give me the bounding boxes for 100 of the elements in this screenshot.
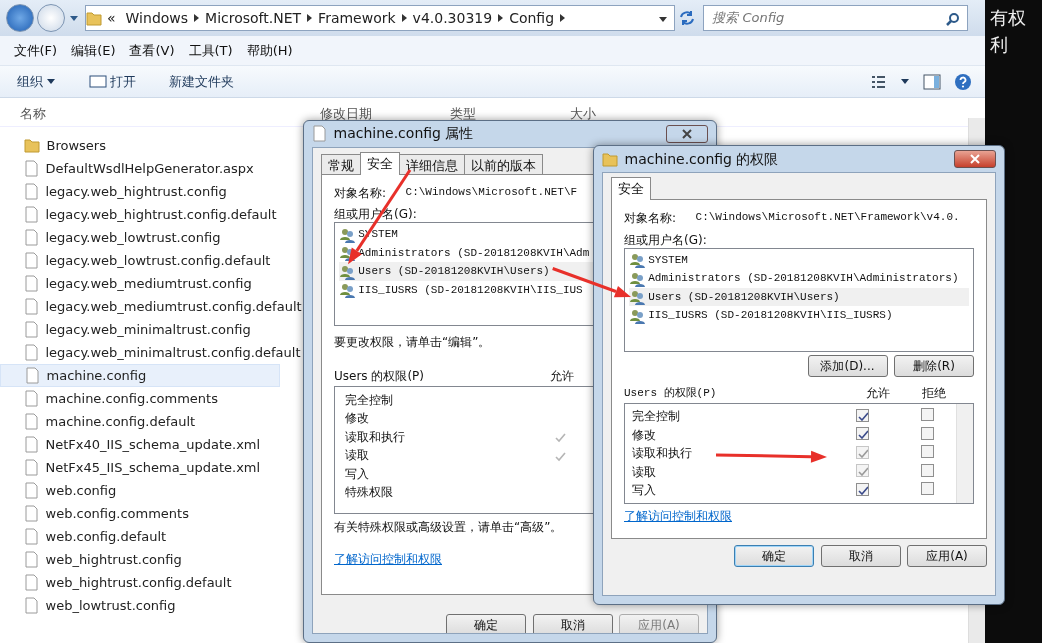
breadcrumb-item[interactable]: Windows xyxy=(120,7,194,29)
permission-name: 读取 xyxy=(631,464,656,479)
toolbar-button[interactable]: 组织 xyxy=(6,71,66,92)
file-row[interactable]: web.config xyxy=(0,478,280,502)
users-icon xyxy=(629,307,645,324)
help-link[interactable]: 了解访问控制和权限 xyxy=(624,509,732,523)
file-row[interactable]: web.config.comments xyxy=(0,501,280,525)
users-icon xyxy=(629,252,645,268)
file-row[interactable]: legacy.web_minimaltrust.config xyxy=(0,317,280,341)
view-options-icon xyxy=(871,73,887,90)
window-icon xyxy=(88,74,107,89)
dialog-button[interactable]: 添加(D)... xyxy=(807,355,888,377)
checkbox[interactable] xyxy=(921,426,934,440)
breadcrumb-arrow-icon xyxy=(497,13,505,23)
document-icon xyxy=(24,228,39,246)
file-row[interactable]: legacy.web_lowtrust.config.default xyxy=(0,248,280,272)
checkbox[interactable] xyxy=(856,482,869,496)
file-row[interactable]: web_hightrust.config xyxy=(0,547,280,571)
user-row[interactable]: Users (SD-20181208KVIH\Users) xyxy=(629,287,969,307)
dialog-button[interactable]: 应用(A) xyxy=(907,545,987,567)
file-row[interactable]: web_hightrust.config.default xyxy=(0,570,280,594)
document-icon xyxy=(24,182,39,200)
tab[interactable]: 以前的版本 xyxy=(464,153,543,174)
document-icon xyxy=(24,320,39,338)
scrollbar[interactable] xyxy=(956,403,973,503)
search-field[interactable]: 搜索 Config xyxy=(702,5,968,31)
user-list[interactable]: SYSTEM Administrators (SD-20181208KVIH\Administrators) Users (SD-20181208KVIH\Users) IIS_IUSRS (SD-20181208KVIH\IIS_IUSRS) xyxy=(624,247,974,352)
checkbox[interactable] xyxy=(856,427,869,441)
tab[interactable]: 常规 xyxy=(321,153,361,174)
checkbox[interactable] xyxy=(921,408,934,422)
address-field[interactable]: « Windows Microsoft.NET Framework v4.0.30319 Config xyxy=(85,5,675,31)
file-row[interactable]: legacy.web_hightrust.config.default xyxy=(0,202,283,226)
file-row[interactable]: Browsers xyxy=(0,133,280,157)
file-row[interactable]: NetFx40_IIS_schema_update.xml xyxy=(0,432,280,456)
document-icon xyxy=(312,125,327,143)
permission-name: 特殊权限 xyxy=(345,485,393,499)
permission-name: 完全控制 xyxy=(631,409,680,424)
object-path: C:\Windows\Microsoft.NET\F xyxy=(405,184,578,200)
toolbar-button[interactable]: 新建文件夹 xyxy=(159,71,244,92)
permission-name: 读取和执行 xyxy=(631,446,692,461)
permission-name: 修改 xyxy=(631,427,656,442)
folder-icon xyxy=(86,10,102,26)
file-row[interactable]: legacy.web_lowtrust.config xyxy=(0,225,280,249)
document-icon xyxy=(24,205,39,223)
file-row[interactable]: legacy.web_mediumtrust.config.default xyxy=(0,294,308,318)
column-header[interactable]: 名称 xyxy=(0,104,300,124)
dropdown-arrow-icon xyxy=(657,14,668,23)
dialog-button[interactable]: 确定 xyxy=(734,545,814,567)
file-row[interactable]: legacy.web_minimaltrust.config.default xyxy=(0,340,307,364)
address-overflow-button[interactable]: « xyxy=(102,7,121,29)
checkbox[interactable] xyxy=(921,463,934,477)
breadcrumb-arrow-icon xyxy=(193,13,201,23)
dialog-button[interactable]: 取消 xyxy=(532,614,613,633)
menu-item[interactable]: 编辑(E) xyxy=(64,40,123,61)
column-header[interactable]: 大小 xyxy=(550,104,670,124)
file-row[interactable]: NetFx45_IIS_schema_update.xml xyxy=(0,455,280,479)
column-header[interactable]: 修改日期 xyxy=(300,104,430,124)
file-row[interactable]: legacy.web_hightrust.config xyxy=(0,179,280,203)
breadcrumb-item[interactable]: Microsoft.NET xyxy=(200,7,307,29)
caret-icon xyxy=(45,78,56,85)
document-icon xyxy=(24,343,39,361)
document-icon xyxy=(24,412,39,430)
tab[interactable]: 安全 xyxy=(611,177,651,200)
refresh-icon xyxy=(678,9,697,27)
file-row[interactable]: machine.config xyxy=(0,363,280,387)
file-row[interactable]: legacy.web_mediumtrust.config xyxy=(0,271,280,295)
help-link[interactable]: 了解访问控制和权限 xyxy=(334,552,442,566)
document-icon xyxy=(24,596,39,614)
menu-item[interactable]: 文件(F) xyxy=(6,40,65,61)
permission-name: 写入 xyxy=(345,466,369,481)
menu-item[interactable]: 帮助(H) xyxy=(239,40,300,61)
breadcrumb-item[interactable]: v4.0.30319 xyxy=(407,7,498,29)
file-row[interactable]: machine.config.default xyxy=(0,409,280,433)
forward-button[interactable] xyxy=(37,4,66,32)
column-header: 允许 xyxy=(866,384,890,402)
breadcrumb-item[interactable]: Framework xyxy=(313,7,401,29)
file-row[interactable]: DefaultWsdlHelpGenerator.aspx xyxy=(0,156,280,180)
search-input[interactable]: 搜索 Config xyxy=(710,7,947,29)
file-row[interactable]: machine.config.comments xyxy=(0,386,280,410)
checkbox[interactable] xyxy=(921,482,934,496)
dialog-button[interactable]: 确定 xyxy=(446,614,526,633)
checkbox[interactable] xyxy=(856,408,869,422)
toolbar-button[interactable]: 打开 xyxy=(78,71,146,92)
column-header[interactable]: 类型 xyxy=(430,104,550,124)
dialog-button[interactable]: 删除(R) xyxy=(894,355,974,377)
back-button[interactable] xyxy=(6,4,34,32)
menu-item[interactable]: 查看(V) xyxy=(122,40,182,61)
checkbox[interactable] xyxy=(921,445,934,459)
file-row[interactable]: web_lowtrust.config xyxy=(0,593,280,617)
close-button[interactable] xyxy=(666,124,708,143)
close-button[interactable] xyxy=(954,150,996,168)
dialog-title: machine.config 的权限 xyxy=(624,149,779,169)
file-row[interactable]: web.config.default xyxy=(0,524,280,548)
tab[interactable]: 详细信息 xyxy=(399,153,465,174)
dropdown-arrow-icon xyxy=(68,14,79,22)
tab[interactable]: 安全 xyxy=(360,151,400,175)
dialog-button[interactable]: 取消 xyxy=(820,545,901,567)
menu-item[interactable]: 工具(T) xyxy=(181,40,240,61)
breadcrumb-item[interactable]: Config xyxy=(504,7,560,29)
users-icon xyxy=(629,289,645,305)
